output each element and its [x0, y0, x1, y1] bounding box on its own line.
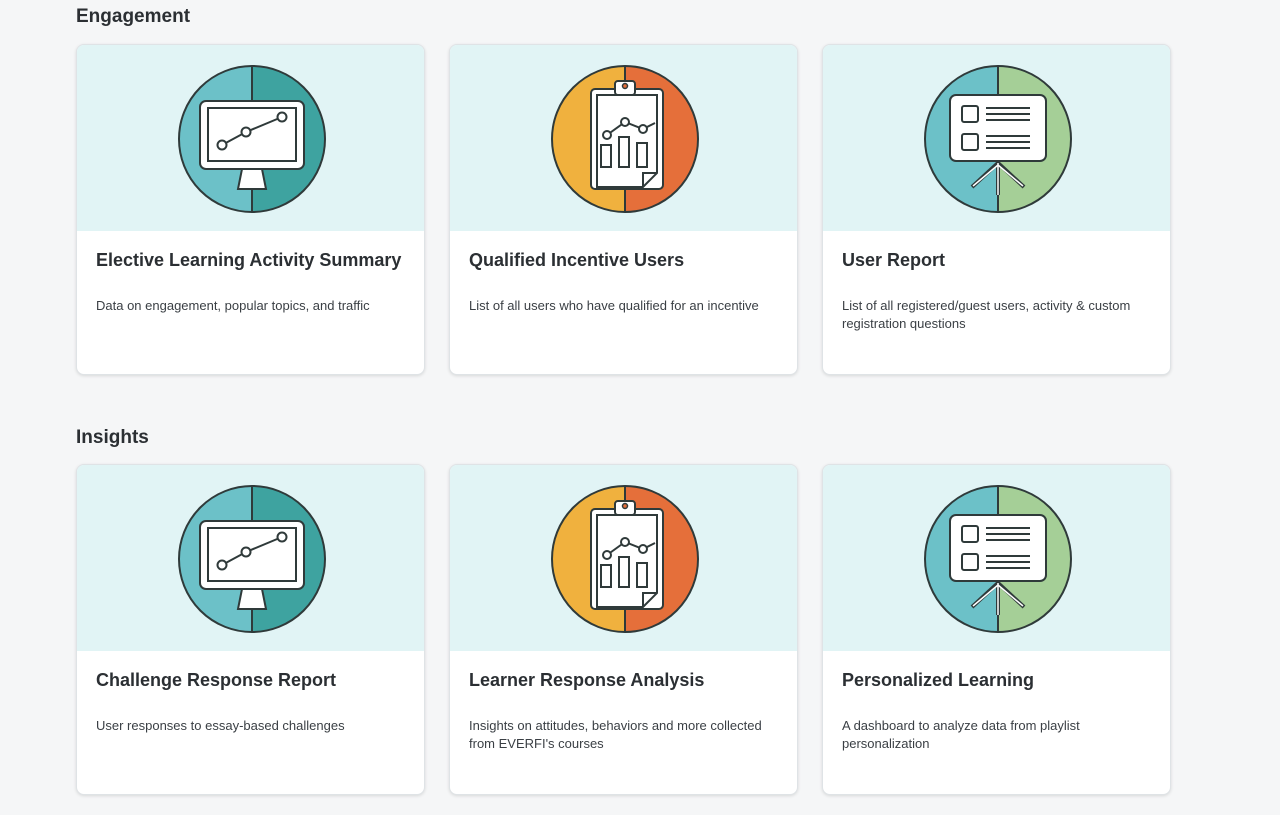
card-title[interactable]: Qualified Incentive Users — [469, 250, 684, 271]
card-description: Data on engagement, popular topics, and … — [96, 298, 370, 313]
report-card-learner-response-analysis[interactable]: Learner Response Analysis Insights on at… — [449, 464, 798, 795]
report-card-elective-learning-activity-summary[interactable]: Elective Learning Activity Summary Data … — [76, 44, 425, 375]
card-banner — [77, 45, 424, 231]
card-title[interactable]: Elective Learning Activity Summary — [96, 250, 401, 271]
card-description: User responses to essay-based challenges — [96, 718, 345, 733]
card-title[interactable]: User Report — [842, 250, 945, 271]
presentation-board-icon — [924, 65, 1072, 213]
card-banner — [450, 45, 797, 231]
report-card-personalized-learning[interactable]: Personalized Learning A dashboard to ana… — [822, 464, 1171, 795]
clipboard-chart-icon — [551, 485, 699, 633]
card-description: List of all registered/guest users, acti… — [842, 298, 1131, 331]
presentation-board-icon — [924, 485, 1072, 633]
section-heading-insights: Insights — [76, 427, 149, 448]
report-card-user-report[interactable]: User Report List of all registered/guest… — [822, 44, 1171, 375]
card-description: A dashboard to analyze data from playlis… — [842, 718, 1080, 751]
card-banner — [823, 465, 1170, 651]
card-title[interactable]: Challenge Response Report — [96, 670, 336, 691]
section-heading-engagement: Engagement — [76, 6, 191, 27]
card-title[interactable]: Learner Response Analysis — [469, 670, 704, 691]
card-banner — [450, 465, 797, 651]
card-banner — [77, 465, 424, 651]
report-card-challenge-response-report[interactable]: Challenge Response Report User responses… — [76, 464, 425, 795]
clipboard-chart-icon — [551, 65, 699, 213]
monitor-chart-icon — [178, 485, 326, 633]
card-banner — [823, 45, 1170, 231]
monitor-chart-icon — [178, 65, 326, 213]
card-description: Insights on attitudes, behaviors and mor… — [469, 718, 762, 751]
card-description: List of all users who have qualified for… — [469, 298, 759, 313]
card-title[interactable]: Personalized Learning — [842, 670, 1034, 691]
report-card-qualified-incentive-users[interactable]: Qualified Incentive Users List of all us… — [449, 44, 798, 375]
